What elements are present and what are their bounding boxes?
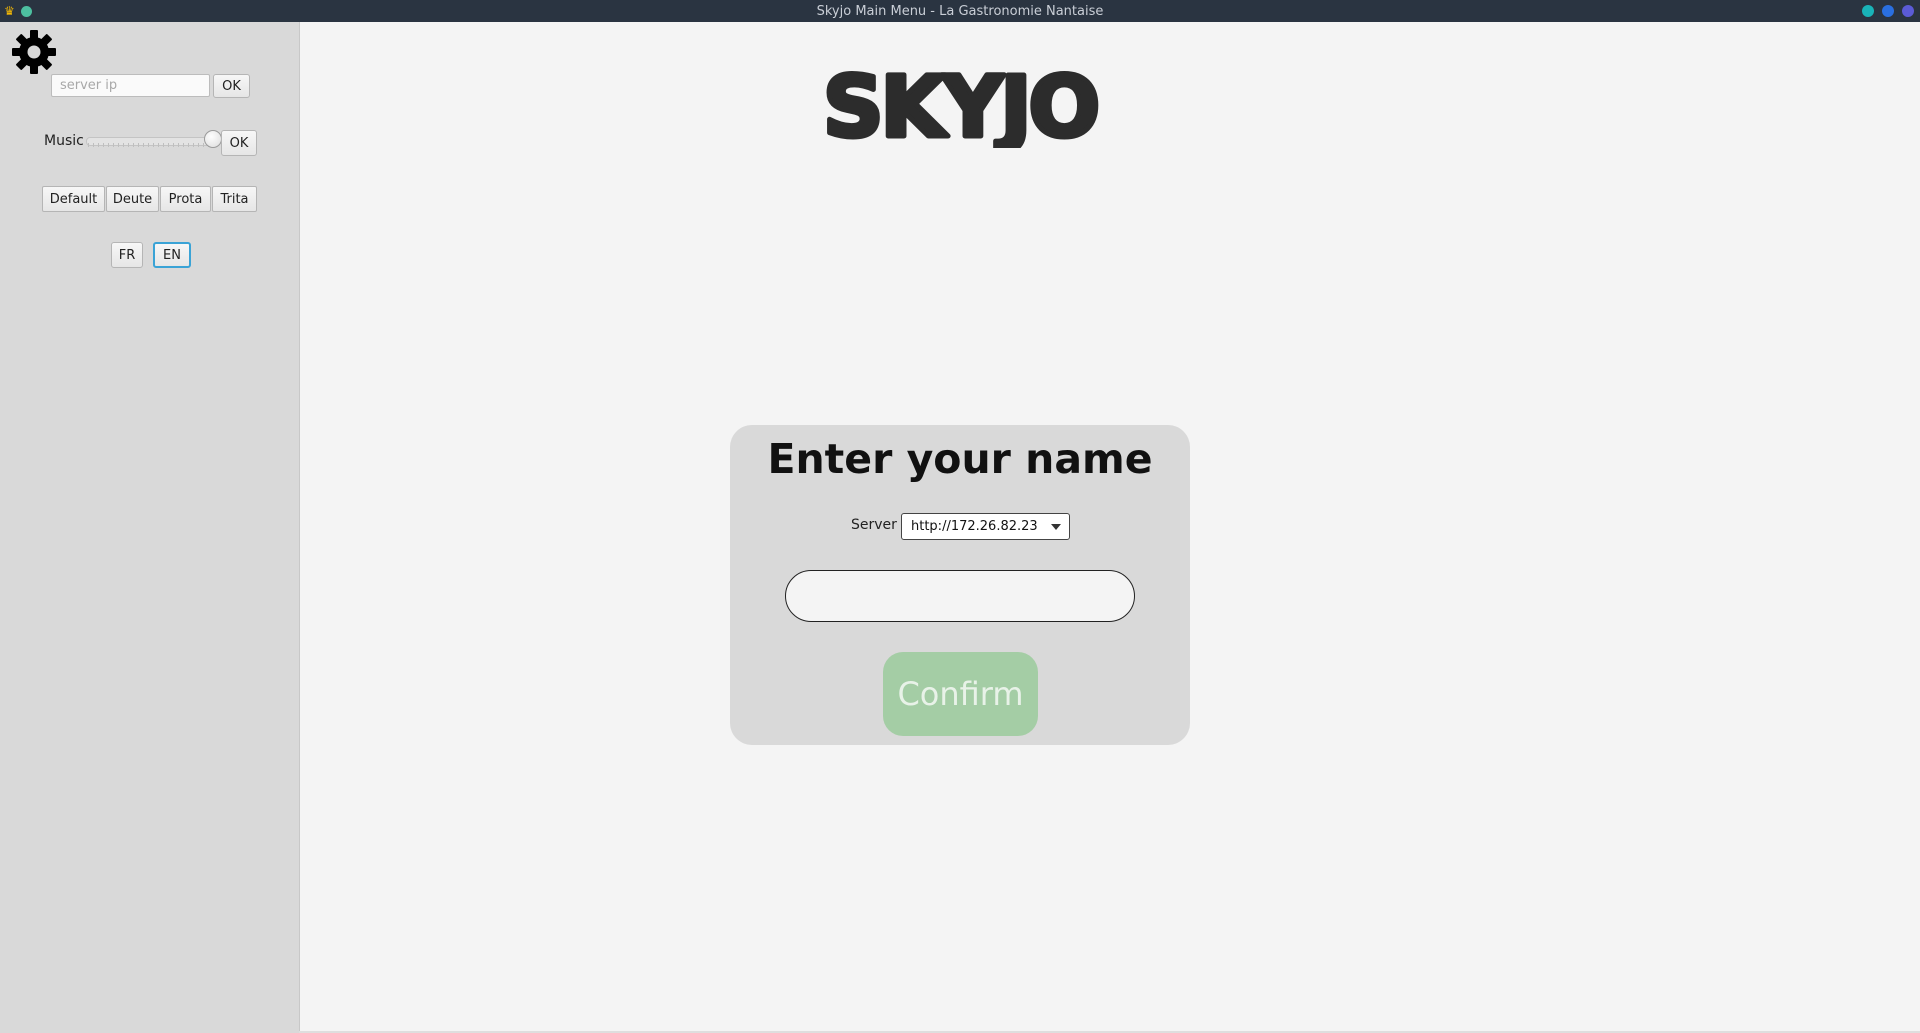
color-mode-trita-button[interactable]: Trita [212,186,257,212]
close-icon[interactable] [1902,5,1914,17]
server-ip-input[interactable] [51,74,210,97]
server-label: Server [851,517,897,533]
chevron-down-icon [1051,524,1061,530]
window-title: Skyjo Main Menu - La Gastronomie Nantais… [816,3,1104,19]
music-slider-ticks [88,143,212,147]
server-select[interactable]: http://172.26.82.23 [901,513,1070,540]
app-crown-icon: ♛ [4,4,15,18]
music-slider-thumb[interactable] [204,130,222,148]
card-title: Enter your name [767,435,1153,483]
color-mode-deute-button[interactable]: Deute [106,186,159,212]
music-label: Music [44,133,84,149]
color-mode-prota-button[interactable]: Prota [160,186,211,212]
maximize-icon[interactable] [1882,5,1894,17]
color-mode-group: Default Deute Prota Trita [42,186,258,212]
color-mode-default-button[interactable]: Default [42,186,105,212]
title-bar: ♛ Skyjo Main Menu - La Gastronomie Nanta… [0,0,1920,22]
server-ip-ok-button[interactable]: OK [213,74,250,98]
title-bar-left: ♛ [4,0,32,22]
app-status-icon [20,5,32,17]
name-entry-card: Enter your name Server http://172.26.82.… [730,425,1190,745]
language-en-button[interactable]: EN [153,242,191,268]
gear-icon[interactable] [12,30,56,74]
settings-sidebar: OK Music OK Default Deute Prota Trita FR… [0,22,300,1033]
skyjo-logo: SKYJO [820,62,1102,148]
confirm-button[interactable]: Confirm [883,652,1038,736]
window-controls [1862,0,1914,22]
logo-text: SKYJO [823,62,1097,148]
language-fr-button[interactable]: FR [111,242,143,268]
music-ok-button[interactable]: OK [221,130,257,156]
player-name-input[interactable] [785,570,1135,622]
minimize-icon[interactable] [1862,5,1874,17]
server-selected-value: http://172.26.82.23 [911,519,1038,534]
